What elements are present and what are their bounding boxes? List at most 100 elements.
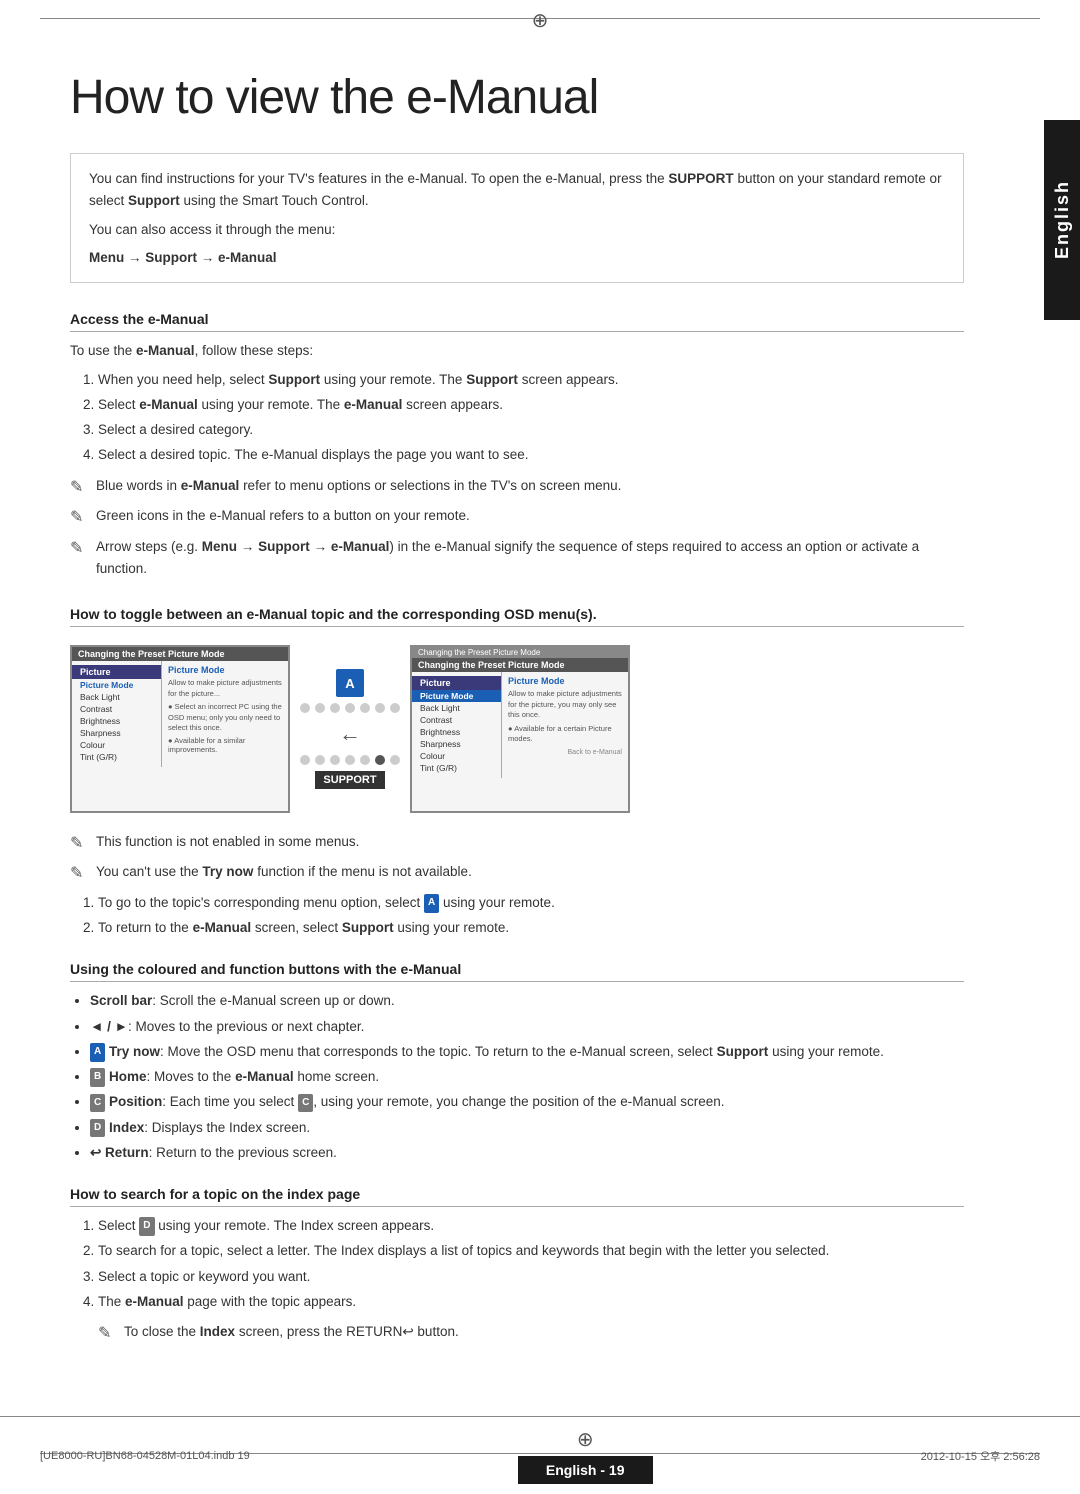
bullet-item: D Index: Displays the Index screen. xyxy=(90,1117,964,1139)
c-btn-icon: C xyxy=(90,1094,105,1113)
bullet-item: Scroll bar: Scroll the e-Manual screen u… xyxy=(90,990,964,1012)
intro-menu-path: Menu → Support → e-Manual xyxy=(89,247,945,269)
section3-bullets: Scroll bar: Scroll the e-Manual screen u… xyxy=(70,990,964,1164)
nav-dot xyxy=(345,703,355,713)
note-item: ✎ This function is not enabled in some m… xyxy=(70,831,964,857)
left-menu-item: Sharpness xyxy=(72,727,161,739)
step-item: To search for a topic, select a letter. … xyxy=(98,1240,964,1262)
note-text: This function is not enabled in some men… xyxy=(96,831,359,853)
left-screen-header: Changing the Preset Picture Mode xyxy=(72,647,288,661)
support-label: SUPPORT xyxy=(315,771,384,789)
step-item: Select a desired category. xyxy=(98,419,964,441)
nav-dot xyxy=(360,703,370,713)
left-content-text3: ● Available for a similar improvements. xyxy=(168,736,282,754)
note-item: ✎ Blue words in e-Manual refer to menu o… xyxy=(70,475,964,501)
section3-header: Using the coloured and function buttons … xyxy=(70,961,964,982)
step-item: To go to the topic's corresponding menu … xyxy=(98,892,964,914)
nav-dot xyxy=(375,703,385,713)
bullet-item: B Home: Moves to the e-Manual home scree… xyxy=(90,1066,964,1088)
pencil-icon: ✎ xyxy=(70,505,92,531)
note-text: Arrow steps (e.g. Menu → Support → e-Man… xyxy=(96,536,964,581)
right-menu-item: Tint (G/R) xyxy=(412,762,501,774)
step-item: The e-Manual page with the topic appears… xyxy=(98,1291,964,1313)
arrow-navigation-area: A ← xyxy=(300,669,400,789)
right-menu-item: Brightness xyxy=(412,726,501,738)
step-item: To return to the e-Manual screen, select… xyxy=(98,917,964,939)
note-item: ✎ You can't use the Try now function if … xyxy=(70,861,964,887)
footer-compass-icon: ⊕ xyxy=(577,1427,594,1452)
right-language-tab: English xyxy=(1044,120,1080,320)
left-menu-item: Brightness xyxy=(72,715,161,727)
bullet-item: A Try now: Move the OSD menu that corres… xyxy=(90,1041,964,1063)
right-content-panel: Picture Mode Allow to make picture adjus… xyxy=(502,672,628,778)
d-btn-icon: D xyxy=(90,1119,105,1138)
d-btn-icon-step: D xyxy=(139,1217,154,1236)
nav-dot xyxy=(315,703,325,713)
left-content-panel: Picture Mode Allow to make picture adjus… xyxy=(162,661,288,767)
nav-dot xyxy=(330,703,340,713)
b-btn-icon: B xyxy=(90,1068,105,1087)
diagram-container: Changing the Preset Picture Mode Picture… xyxy=(70,645,964,813)
left-content-title: Picture Mode xyxy=(168,665,282,675)
right-menu-item-selected: Picture Mode xyxy=(412,690,501,702)
left-menu-item: Colour xyxy=(72,739,161,751)
step-item: Select a topic or keyword you want. xyxy=(98,1266,964,1288)
page-wrapper: ⊕ English How to view the e-Manual You c… xyxy=(0,0,1080,1494)
footer-center-area: ⊕ English - 19 xyxy=(518,1427,653,1484)
intro-line1: You can find instructions for your TV's … xyxy=(89,168,945,213)
left-menu-item: Contrast xyxy=(72,703,161,715)
main-content: How to view the e-Manual You can find in… xyxy=(0,0,1080,1412)
right-screen-top-header: Changing the Preset Picture Mode xyxy=(412,647,628,658)
dots-bottom-row xyxy=(300,755,400,765)
page-title: How to view the e-Manual xyxy=(70,70,964,125)
intro-bold-support2: Support xyxy=(128,193,180,208)
pencil-icon: ✎ xyxy=(98,1321,120,1347)
right-content-title: Picture Mode xyxy=(508,676,622,686)
left-menu-panel: Picture Picture Mode Back Light Contrast… xyxy=(72,661,162,767)
right-menu-panel: Picture Picture Mode Back Light Contrast… xyxy=(412,672,502,778)
right-menu-item: Back Light xyxy=(412,702,501,714)
nav-dot xyxy=(300,703,310,713)
section4-header: How to search for a topic on the index p… xyxy=(70,1186,964,1207)
note-text: You can't use the Try now function if th… xyxy=(96,861,472,883)
section1-intro: To use the e-Manual, follow these steps: xyxy=(70,340,964,362)
left-menu-title: Picture xyxy=(72,665,161,679)
right-tab-label: English xyxy=(1052,180,1073,259)
step-item: When you need help, select Support using… xyxy=(98,369,964,391)
nav-dot xyxy=(390,703,400,713)
intro-bold-support: SUPPORT xyxy=(668,171,733,186)
page-footer: [UE8000-RU]BN68-04528M-01L04.indb 19 ⊕ E… xyxy=(0,1416,1080,1494)
right-screen-body: Picture Picture Mode Back Light Contrast… xyxy=(412,672,628,778)
pencil-icon: ✎ xyxy=(70,536,92,562)
nav-dot xyxy=(315,755,325,765)
right-menu-item: Sharpness xyxy=(412,738,501,750)
left-menu-item: Tint (G/R) xyxy=(72,751,161,763)
section1-header: Access the e-Manual xyxy=(70,311,964,332)
pencil-icon: ✎ xyxy=(70,475,92,501)
step-item: Select D using your remote. The Index sc… xyxy=(98,1215,964,1237)
section1-steps-list: When you need help, select Support using… xyxy=(70,369,964,467)
a-button-icon: A xyxy=(336,669,364,697)
right-screen-header: Changing the Preset Picture Mode xyxy=(412,658,628,672)
left-arrow-icon: ← xyxy=(339,721,361,747)
a-button-inline: A xyxy=(424,894,439,913)
section2-steps-list: To go to the topic's corresponding menu … xyxy=(70,892,964,940)
left-content-text2: ● Select an incorrect PC using the OSD m… xyxy=(168,702,282,734)
note-item: ✎ Arrow steps (e.g. Menu → Support → e-M… xyxy=(70,536,964,581)
left-menu-item-selected: Picture Mode xyxy=(72,679,161,691)
nav-dot xyxy=(360,755,370,765)
nav-dot xyxy=(300,755,310,765)
nav-dot xyxy=(390,755,400,765)
right-menu-item: Colour xyxy=(412,750,501,762)
c-btn-icon2: C xyxy=(298,1094,313,1113)
a-btn-icon: A xyxy=(90,1043,105,1062)
right-menu-item: Contrast xyxy=(412,714,501,726)
left-content-text: Allow to make picture adjustments for th… xyxy=(168,678,282,699)
footer-file-info: [UE8000-RU]BN68-04528M-01L04.indb 19 xyxy=(40,1450,250,1462)
bullet-item: C Position: Each time you select C, usin… xyxy=(90,1091,964,1113)
note-text: Blue words in e-Manual refer to menu opt… xyxy=(96,475,621,497)
dots-top-row xyxy=(300,703,400,713)
left-screen-body: Picture Picture Mode Back Light Contrast… xyxy=(72,661,288,767)
note-text: Green icons in the e-Manual refers to a … xyxy=(96,505,470,527)
intro-box: You can find instructions for your TV's … xyxy=(70,153,964,283)
